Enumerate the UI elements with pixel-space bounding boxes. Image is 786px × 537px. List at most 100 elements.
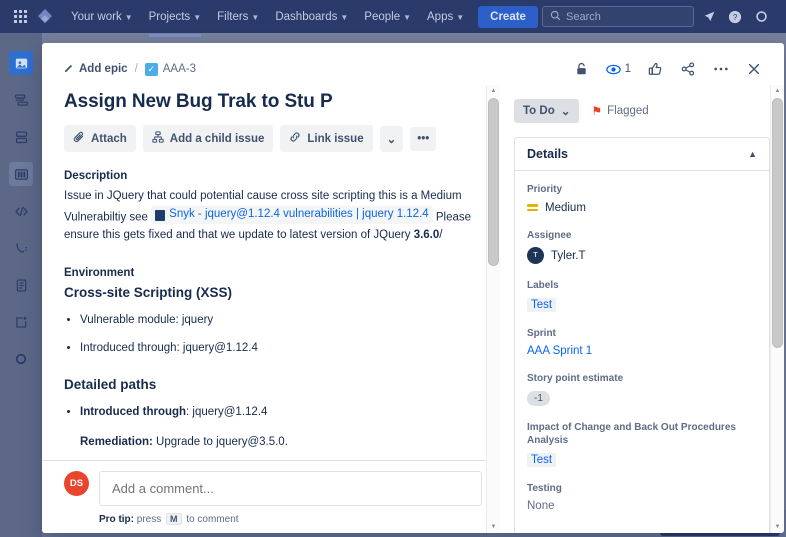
details-panel: Details ▲ Priority Medium Assignee T Tyl… xyxy=(514,137,770,533)
list-item: Introduced through: jquery@1.12.4 xyxy=(80,404,482,421)
field-label: Labels xyxy=(527,280,559,291)
chevron-down-icon: ▼ xyxy=(340,13,349,22)
nav-dashboards[interactable]: Dashboards ▼ xyxy=(267,6,356,28)
field-value[interactable]: Test xyxy=(527,452,757,467)
sprint-link[interactable]: AAA Sprint 1 xyxy=(527,345,757,357)
action-more-button[interactable]: ••• xyxy=(410,126,437,151)
status-label: To Do xyxy=(523,105,555,117)
impact-chip[interactable]: Test xyxy=(527,452,557,467)
protip-label: Pro tip: xyxy=(99,514,134,525)
chevron-up-icon[interactable]: ▲ xyxy=(748,149,757,159)
scroll-down-arrow-icon[interactable]: ▼ xyxy=(491,521,497,533)
project-pages-icon[interactable] xyxy=(9,273,33,297)
lock-icon[interactable] xyxy=(570,57,594,81)
label-chip[interactable]: Test xyxy=(527,297,557,312)
vote-icon[interactable] xyxy=(643,57,667,81)
scroll-up-arrow-icon[interactable]: ▲ xyxy=(491,85,497,97)
add-epic-button[interactable]: Add epic xyxy=(64,63,128,76)
scrollbar-thumb[interactable] xyxy=(488,98,499,266)
testing-value[interactable]: None xyxy=(527,500,757,512)
chevron-down-icon: ▼ xyxy=(251,13,260,22)
field-label: Sprint xyxy=(527,327,556,339)
scroll-up-arrow-icon[interactable]: ▲ xyxy=(775,85,781,97)
share-icon[interactable] xyxy=(676,57,700,81)
comment-composer: DS Pro tip: press M to comment xyxy=(42,460,500,533)
create-button[interactable]: Create xyxy=(478,5,538,28)
details-scrollbar[interactable]: ▲ ▼ xyxy=(770,85,784,533)
nav-projects[interactable]: Projects ▼ xyxy=(141,6,209,37)
flagged-badge: ⚑ Flagged xyxy=(591,104,648,118)
field-priority: Priority Medium xyxy=(527,183,757,214)
nav-your-work[interactable]: Your work ▼ xyxy=(63,6,141,28)
field-impact-analysis: Impact of Change and Back Out Procedures… xyxy=(527,421,757,467)
nav-label: Your work xyxy=(71,10,122,23)
settings-icon[interactable] xyxy=(750,6,772,28)
watch-icon[interactable]: 1 xyxy=(603,57,634,81)
protip-after: to comment xyxy=(183,514,239,525)
details-panel-header[interactable]: Details ▲ xyxy=(515,138,769,171)
field-value[interactable]: -1 xyxy=(527,390,757,406)
attach-button[interactable]: Attach xyxy=(64,125,136,152)
field-value[interactable]: Test xyxy=(527,297,757,312)
flag-icon: ⚑ xyxy=(591,104,603,118)
remediation-value: Upgrade to jquery@3.5.0. xyxy=(152,435,288,448)
close-icon[interactable] xyxy=(742,57,766,81)
roadmap-icon[interactable] xyxy=(9,88,33,112)
nav-label: Apps xyxy=(427,10,454,23)
nav-label: Filters xyxy=(217,10,249,23)
add-child-issue-button[interactable]: Add a child issue xyxy=(142,125,274,152)
status-dropdown[interactable]: To Do ⌄ xyxy=(514,99,580,123)
attach-icon xyxy=(73,131,85,146)
snyk-smart-link[interactable]: Snyk - jquery@1.12.4 vulnerabilities | j… xyxy=(151,205,433,224)
list-item: Introduced through: jquery@1.12.4 xyxy=(80,340,482,357)
issue-key-label: AAA-3 xyxy=(162,63,197,75)
issue-content-column: Assign New Bug Trak to Stu P Attach Add … xyxy=(42,85,500,533)
app-switcher-icon[interactable] xyxy=(8,4,33,29)
search-placeholder: Search xyxy=(566,10,601,23)
add-item-icon[interactable] xyxy=(9,310,33,334)
board-icon[interactable] xyxy=(9,162,33,186)
issue-key-link[interactable]: ✓ AAA-3 xyxy=(144,62,197,76)
project-sidebar-rail xyxy=(0,33,42,537)
backlog-icon[interactable] xyxy=(9,125,33,149)
notifications-icon[interactable] xyxy=(698,6,720,28)
search-input[interactable]: Search xyxy=(542,6,694,27)
link-issue-button[interactable]: Link issue xyxy=(280,125,373,152)
description-trailing: / xyxy=(439,229,443,242)
field-assignee: Assignee T Tyler.T xyxy=(527,229,757,264)
task-type-icon: ✓ xyxy=(144,62,158,76)
scrollbar-track[interactable] xyxy=(488,98,499,520)
environment-bullets: Vulnerable module: jquery Introduced thr… xyxy=(80,312,482,358)
chevron-down-icon: ▼ xyxy=(456,13,465,22)
introduced-through-value: : jquery@1.12.4 xyxy=(186,406,268,419)
detailed-paths-bullets: Introduced through: jquery@1.12.4 xyxy=(80,404,482,421)
snyk-link-label: Snyk - jquery@1.12.4 vulnerabilities | j… xyxy=(169,207,429,220)
action-dropdown-button[interactable]: ⌄ xyxy=(379,125,404,152)
help-icon[interactable]: ? xyxy=(724,6,746,28)
field-value[interactable]: T Tyler.T xyxy=(527,247,757,264)
list-item: Vulnerable module: jquery xyxy=(80,312,482,329)
nav-apps[interactable]: Apps ▼ xyxy=(419,6,472,28)
scrollbar-thumb[interactable] xyxy=(772,98,783,348)
project-avatar-icon[interactable] xyxy=(9,51,33,75)
field-label: Priority xyxy=(527,184,563,195)
nav-filters[interactable]: Filters ▼ xyxy=(209,6,267,28)
deployments-icon[interactable] xyxy=(9,236,33,260)
priority-medium-icon xyxy=(527,204,538,211)
code-icon[interactable] xyxy=(9,199,33,223)
field-label: Testing xyxy=(527,482,562,494)
content-scrollbar[interactable]: ▲ ▼ xyxy=(486,85,500,533)
project-settings-icon[interactable] xyxy=(9,347,33,371)
jira-logo-icon[interactable] xyxy=(35,7,55,27)
field-testing: Testing None xyxy=(527,482,757,513)
more-actions-icon[interactable] xyxy=(709,57,733,81)
remediation-label: Remediation: xyxy=(80,435,153,448)
more-actions-icon: ••• xyxy=(417,132,430,145)
nav-people[interactable]: People ▼ xyxy=(356,6,419,28)
scrollbar-track[interactable] xyxy=(772,98,783,520)
comment-field-wrapper: Pro tip: press M to comment xyxy=(99,471,482,525)
field-value[interactable]: Medium xyxy=(527,202,757,214)
comment-input[interactable] xyxy=(99,471,482,506)
add-child-issue-label: Add a child issue xyxy=(169,132,265,145)
scroll-down-arrow-icon[interactable]: ▼ xyxy=(775,521,781,533)
